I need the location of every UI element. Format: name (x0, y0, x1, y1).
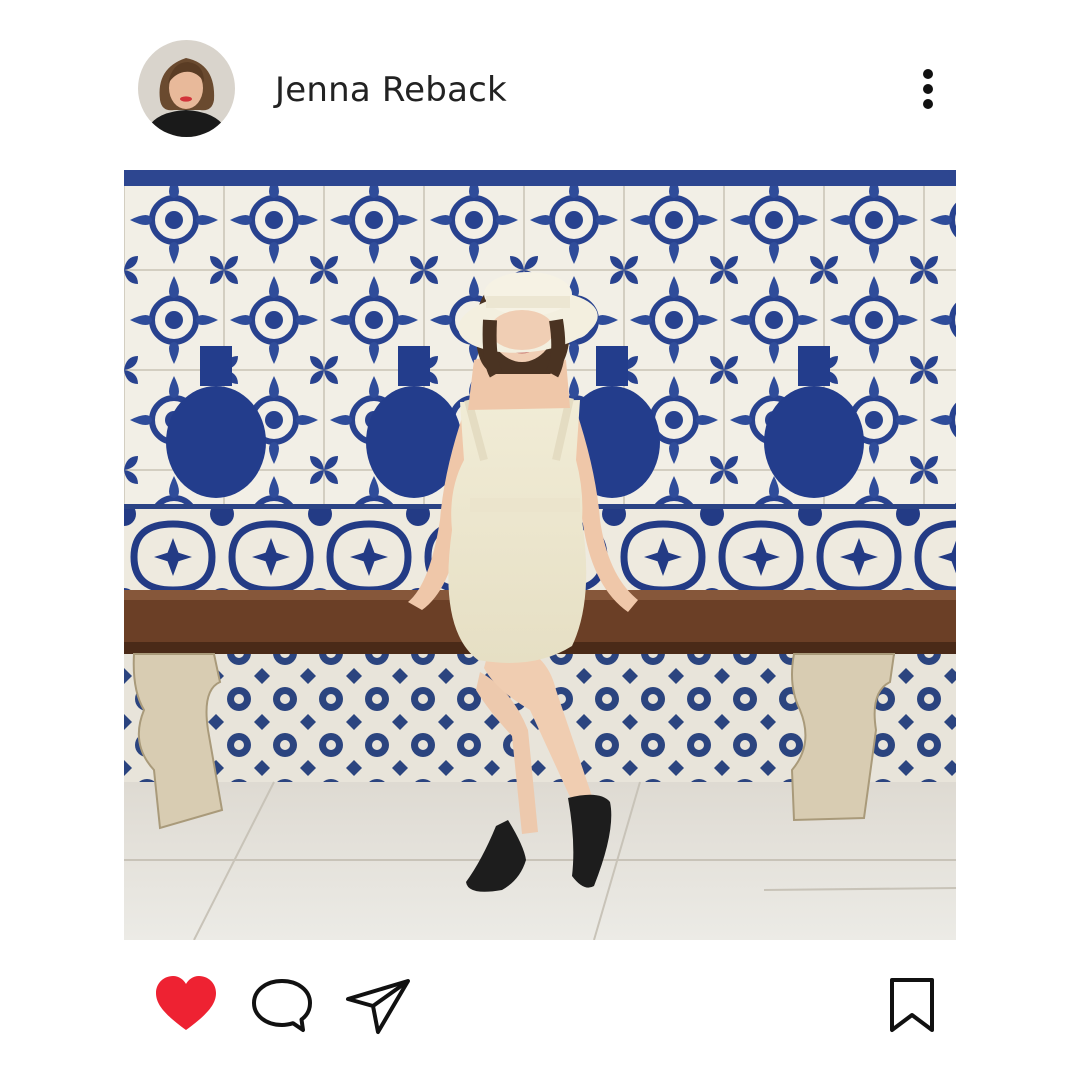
photo-image (124, 170, 956, 940)
post-card: Jenna Reback (0, 0, 1080, 1080)
avatar[interactable] (138, 40, 235, 137)
vertical-ellipsis-icon (923, 69, 933, 109)
like-button[interactable] (154, 974, 218, 1036)
bookmark-icon (890, 978, 934, 1032)
paper-plane-icon (346, 979, 410, 1034)
speech-bubble-icon (252, 979, 312, 1032)
post-photo[interactable] (124, 170, 956, 940)
heart-icon (156, 976, 216, 1030)
avatar-image (138, 40, 235, 137)
comment-button[interactable] (250, 974, 314, 1036)
username[interactable]: Jenna Reback (275, 68, 507, 112)
save-button[interactable] (884, 974, 940, 1036)
share-button[interactable] (344, 974, 414, 1036)
more-options-button[interactable] (908, 64, 948, 116)
